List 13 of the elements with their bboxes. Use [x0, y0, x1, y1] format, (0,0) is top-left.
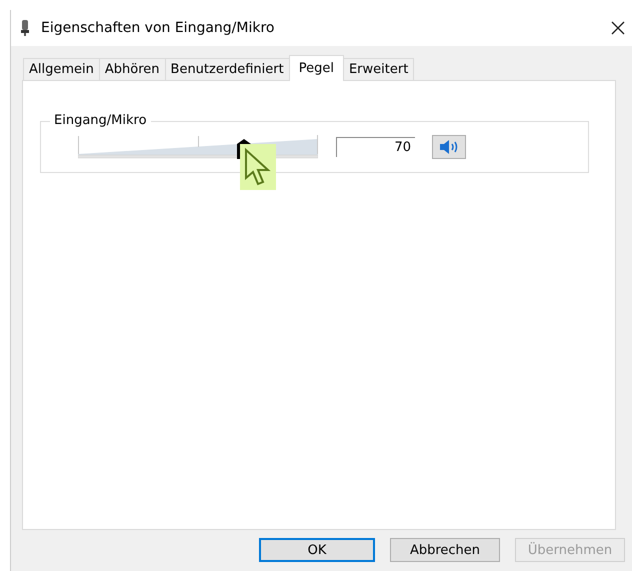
- tab[interactable]: Allgemein: [23, 58, 100, 80]
- close-icon[interactable]: [610, 20, 626, 36]
- level-value-field[interactable]: 70: [336, 137, 415, 157]
- mouse-cursor-icon: [240, 144, 276, 190]
- group-title: Eingang/Mikro: [50, 113, 151, 128]
- tab[interactable]: Erweitert: [342, 58, 414, 80]
- tab[interactable]: Pegel: [288, 55, 344, 81]
- microphone-icon: [19, 19, 31, 37]
- speaker-icon: [439, 139, 459, 155]
- dialog-button[interactable]: OK: [259, 538, 375, 562]
- mute-button[interactable]: [432, 135, 466, 159]
- dialog-button[interactable]: Abbrechen: [390, 538, 500, 562]
- window-title: Eigenschaften von Eingang/Mikro: [41, 20, 276, 36]
